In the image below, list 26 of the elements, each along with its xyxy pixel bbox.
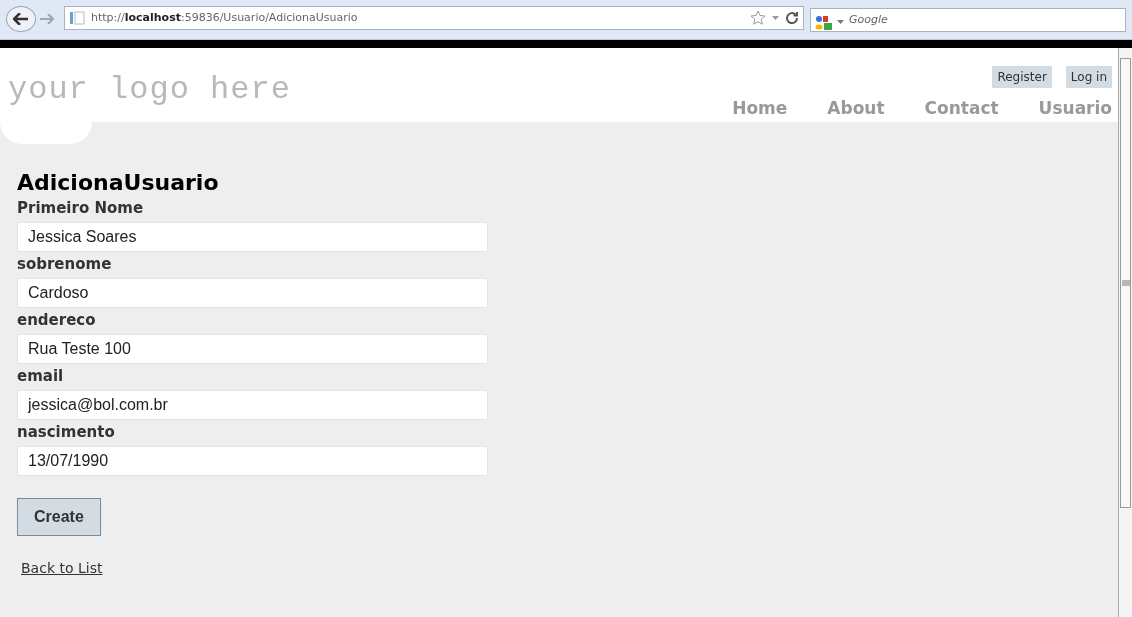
back-arrow-icon	[13, 13, 29, 25]
create-button[interactable]: Create	[17, 498, 101, 536]
scrollbar-thumb[interactable]	[1120, 58, 1131, 508]
reload-icon[interactable]	[785, 9, 799, 27]
account-link[interactable]: Log in	[1065, 66, 1112, 88]
page-icon	[69, 9, 85, 27]
field-label: Primeiro Nome	[17, 198, 145, 218]
back-link[interactable]: Back to List	[21, 558, 103, 579]
input-field[interactable]: Rua Teste 100	[17, 334, 488, 364]
grip-icon	[1121, 280, 1130, 286]
field-label: nascimento	[17, 422, 116, 442]
input-field[interactable]: Jessica Soares	[17, 222, 488, 252]
dropdown-icon[interactable]	[837, 20, 844, 24]
page-title: AdicionaUsuario	[17, 170, 220, 196]
input-field[interactable]: Cardoso	[17, 278, 488, 308]
star-icon[interactable]	[750, 9, 766, 27]
field-label: email	[17, 366, 65, 386]
search-field[interactable]: Google	[810, 7, 1126, 32]
back-button[interactable]	[6, 6, 36, 32]
field-label: endereco	[17, 310, 97, 330]
logo-text: your logo here	[8, 70, 291, 110]
input-field[interactable]: jessica@bol.com.br	[17, 390, 488, 420]
input-field[interactable]: 13/07/1990	[17, 446, 488, 476]
field-label: sobrenome	[17, 254, 113, 274]
forward-arrow-icon	[40, 14, 54, 24]
account-link[interactable]: Register	[992, 66, 1052, 88]
